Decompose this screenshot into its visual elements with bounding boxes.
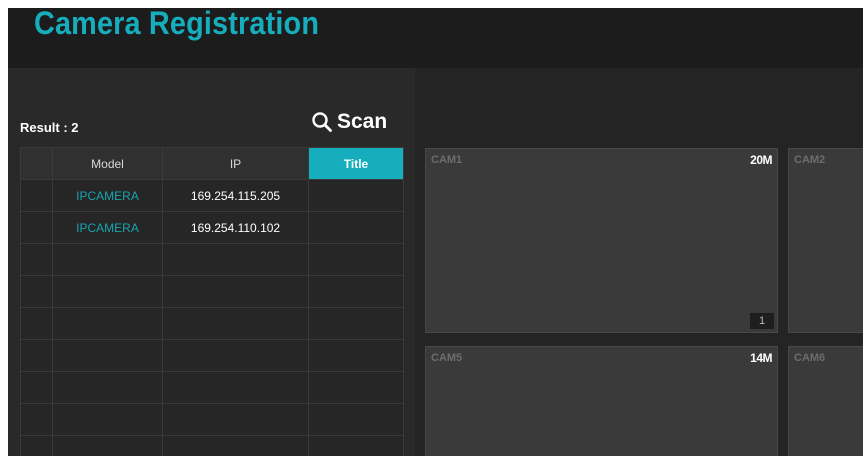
ip-cell: 169.254.110.102 <box>162 211 309 244</box>
scan-panel: Result : 2 Scan Model IP Title IPCAMERA … <box>8 68 415 456</box>
title-cell <box>308 339 404 372</box>
table-row <box>20 403 404 436</box>
result-count: Result : 2 <box>20 120 79 135</box>
table-row <box>20 339 404 372</box>
ip-cell <box>162 403 309 436</box>
table-row <box>20 435 404 456</box>
title-cell <box>308 243 404 276</box>
camera-tile-cam1[interactable]: CAM1 20M 1 <box>425 148 778 333</box>
column-header-select[interactable] <box>20 147 53 180</box>
camera-index-badge: 1 <box>750 313 774 329</box>
row-select-cell <box>20 243 53 276</box>
ip-cell <box>162 339 309 372</box>
title-cell <box>308 307 404 340</box>
table-row <box>20 307 404 340</box>
model-cell <box>52 435 163 456</box>
row-select-cell[interactable] <box>20 179 53 212</box>
ip-cell: 169.254.115.205 <box>162 179 309 212</box>
column-header-model[interactable]: Model <box>52 147 163 180</box>
scan-button-label: Scan <box>337 110 388 133</box>
row-select-cell <box>20 339 53 372</box>
column-header-title[interactable]: Title <box>308 147 404 180</box>
row-select-cell <box>20 307 53 340</box>
camera-resolution: 14M <box>750 351 772 365</box>
model-cell <box>52 307 163 340</box>
title-cell <box>308 435 404 456</box>
camera-resolution: 20M <box>750 153 772 167</box>
camera-list-table: Model IP Title IPCAMERA 169.254.115.205 … <box>20 147 404 456</box>
header-bar: Camera Registration <box>8 8 863 68</box>
ip-cell <box>162 371 309 404</box>
row-select-cell <box>20 371 53 404</box>
title-cell <box>308 275 404 308</box>
model-cell <box>52 339 163 372</box>
row-select-cell <box>20 275 53 308</box>
camera-name: CAM5 <box>431 352 463 364</box>
camera-name: CAM2 <box>794 154 826 166</box>
camera-tile-cam2[interactable]: CAM2 <box>788 148 863 333</box>
table-row <box>20 275 404 308</box>
ip-cell <box>162 275 309 308</box>
camera-registration-window: Camera Registration Result : 2 Scan Mode… <box>8 8 863 456</box>
table-header-row: Model IP Title <box>20 147 404 180</box>
title-cell[interactable] <box>308 211 404 244</box>
camera-grid-panel: CAM1 20M 1 CAM2 CAM5 14M CAM6 <box>415 68 863 456</box>
scan-button[interactable]: Scan <box>311 110 387 134</box>
camera-tile-cam5[interactable]: CAM5 14M <box>425 346 778 456</box>
row-select-cell <box>20 435 53 456</box>
camera-name: CAM1 <box>431 154 463 166</box>
ip-cell <box>162 435 309 456</box>
row-select-cell[interactable] <box>20 211 53 244</box>
page-title: Camera Registration <box>34 8 320 41</box>
title-cell <box>308 403 404 436</box>
table-row[interactable]: IPCAMERA 169.254.110.102 <box>20 211 404 244</box>
search-icon <box>312 112 332 132</box>
model-cell <box>52 371 163 404</box>
model-cell <box>52 403 163 436</box>
table-row <box>20 371 404 404</box>
model-cell: IPCAMERA <box>52 211 163 244</box>
title-cell[interactable] <box>308 179 404 212</box>
model-cell: IPCAMERA <box>52 179 163 212</box>
model-cell <box>52 243 163 276</box>
column-header-ip[interactable]: IP <box>162 147 309 180</box>
ip-cell <box>162 243 309 276</box>
model-cell <box>52 275 163 308</box>
camera-name: CAM6 <box>794 352 826 364</box>
ip-cell <box>162 307 309 340</box>
title-cell <box>308 371 404 404</box>
camera-tile-cam6[interactable]: CAM6 <box>788 346 863 456</box>
table-row[interactable]: IPCAMERA 169.254.115.205 <box>20 179 404 212</box>
table-row <box>20 243 404 276</box>
row-select-cell <box>20 403 53 436</box>
